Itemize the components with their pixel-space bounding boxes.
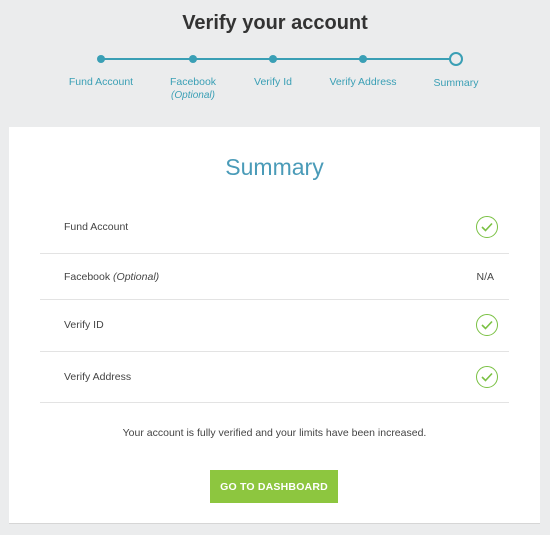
step-dot: [189, 55, 197, 63]
summary-card: Summary Fund Account Facebook (Optional)…: [9, 127, 540, 524]
row-label: Verify Address: [64, 370, 132, 383]
verified-message: Your account is fully verified and your …: [122, 427, 427, 439]
row-label: Fund Account: [64, 221, 129, 233]
progress-stepper: Fund Account Facebook (Optional) Verify …: [0, 52, 550, 112]
step-dot: [269, 55, 277, 63]
step-dot: [97, 55, 105, 63]
status-na: N/A: [476, 270, 494, 283]
check-icon: [476, 314, 498, 337]
summary-row-verify-id: Verify ID: [40, 300, 509, 352]
check-icon: [476, 365, 498, 388]
step-summary[interactable]: Summary: [396, 52, 516, 90]
summary-list: Fund Account Facebook (Optional) N/A Ver…: [40, 201, 509, 403]
check-icon: [476, 216, 498, 238]
row-label: Facebook (Optional): [64, 270, 160, 283]
summary-title: Summary: [225, 154, 324, 180]
step-sublabel: (Optional): [171, 90, 215, 101]
step-dot: [359, 55, 367, 63]
summary-row-facebook: Facebook (Optional) N/A: [40, 254, 509, 300]
step-label: Summary: [433, 77, 479, 89]
summary-row-verify-address: Verify Address: [40, 352, 509, 403]
row-label-optional: (Optional): [113, 270, 160, 283]
go-to-dashboard-button[interactable]: GO TO DASHBOARD: [210, 470, 338, 503]
step-dot-current: [449, 52, 463, 66]
page-title: Verify your account: [182, 12, 368, 34]
row-label: Verify ID: [64, 319, 104, 332]
summary-row-fund-account: Fund Account: [40, 201, 509, 254]
